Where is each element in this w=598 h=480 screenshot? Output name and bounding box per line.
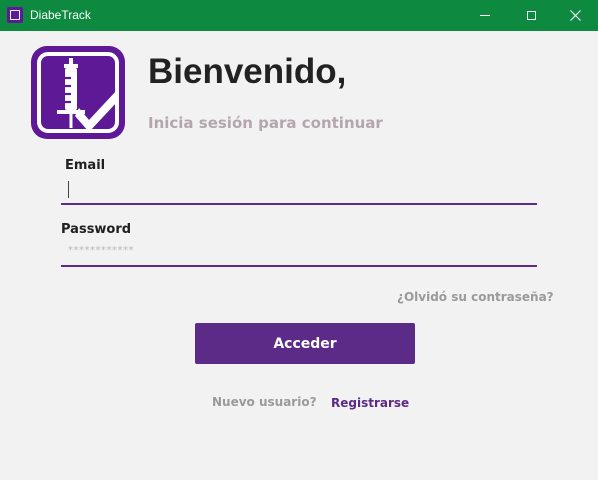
maximize-button[interactable] — [508, 0, 554, 31]
minimize-icon — [480, 15, 490, 16]
app-icon — [7, 7, 23, 23]
email-label: Email — [65, 158, 106, 173]
text-caret — [68, 181, 69, 198]
page-title: Bienvenido, — [148, 52, 347, 91]
new-user-text: Nuevo usuario? — [212, 395, 317, 409]
forgot-password-link[interactable]: ¿Olvidó su contraseña? — [397, 289, 554, 305]
login-button[interactable]: Acceder — [195, 323, 415, 364]
close-icon — [569, 10, 581, 21]
close-button[interactable] — [552, 0, 598, 31]
email-field[interactable] — [61, 178, 537, 205]
password-mask: ************ — [68, 245, 134, 256]
register-link[interactable]: Registrarse — [331, 395, 409, 411]
password-label: Password — [61, 222, 132, 237]
minimize-button[interactable] — [462, 0, 508, 31]
window-title: DiabeTrack — [30, 8, 91, 22]
title-bar[interactable]: DiabeTrack — [0, 0, 598, 31]
maximize-icon — [526, 11, 536, 20]
page-subtitle: Inicia sesión para continuar — [148, 114, 383, 132]
syringe-check-icon — [31, 46, 125, 139]
